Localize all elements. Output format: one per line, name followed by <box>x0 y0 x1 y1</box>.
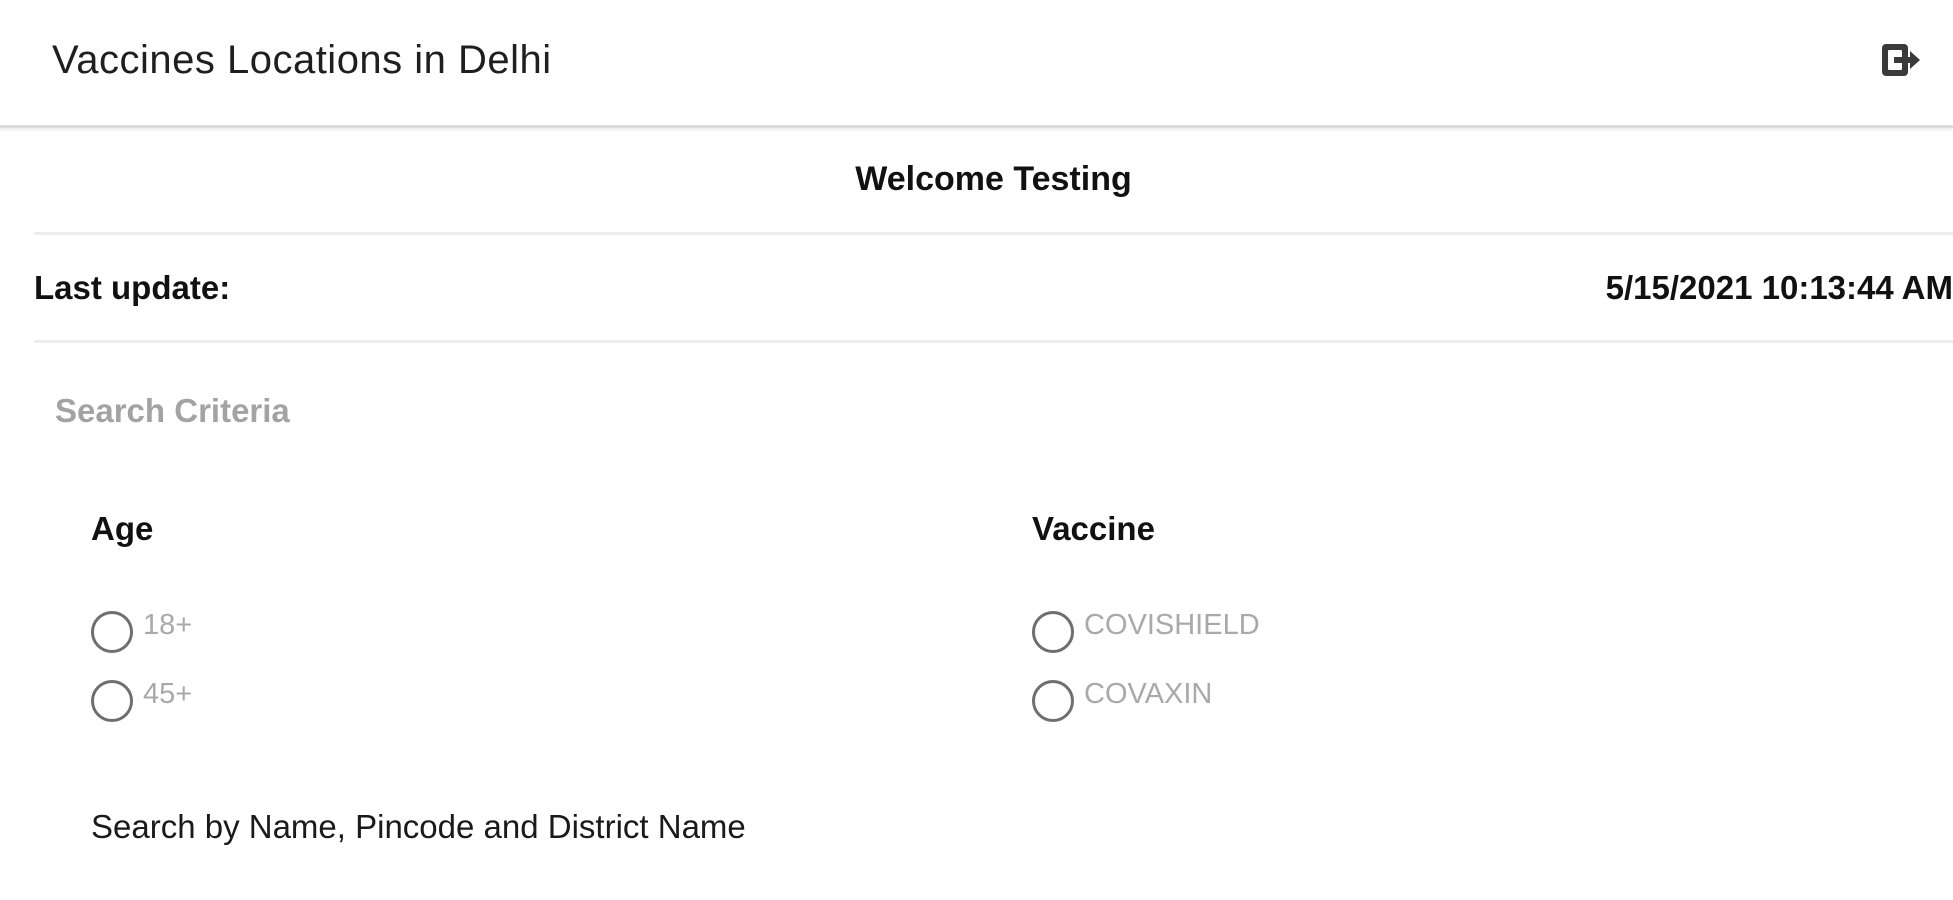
main-content: Welcome Testing Last update: 5/15/2021 1… <box>34 128 1953 900</box>
radio-button[interactable] <box>1032 680 1074 722</box>
age-option-45[interactable]: 45+ <box>91 677 192 723</box>
age-option-label: 45+ <box>143 678 193 710</box>
vaccine-filter-group: Vaccine COVISHIELD COVAXIN <box>1032 508 1260 722</box>
vaccine-option-label: COVAXIN <box>1084 678 1213 710</box>
last-update-row: Last update: 5/15/2021 10:13:44 AM <box>34 235 1953 343</box>
vaccine-option-label: COVISHIELD <box>1084 609 1260 641</box>
app-bar: Vaccines Locations in Delhi <box>0 0 1953 128</box>
age-filter-group: Age 18+ 45+ <box>91 508 192 722</box>
search-input-label: Search by Name, Pincode and District Nam… <box>91 808 746 845</box>
age-label: Age <box>91 510 154 547</box>
logout-button[interactable] <box>1880 40 1924 80</box>
vaccine-option-covishield[interactable]: COVISHIELD <box>1032 608 1260 654</box>
radio-button[interactable] <box>1032 611 1074 653</box>
age-option-label: 18+ <box>143 609 193 641</box>
search-criteria-title: Search Criteria <box>55 392 290 429</box>
page-title: Vaccines Locations in Delhi <box>52 38 552 82</box>
last-update-value: 5/15/2021 10:13:44 AM <box>1605 269 1953 306</box>
radio-button[interactable] <box>91 680 133 722</box>
logout-icon <box>1882 44 1920 76</box>
welcome-message: Welcome Testing <box>855 160 1132 198</box>
welcome-row: Welcome Testing <box>34 128 1953 235</box>
radio-button[interactable] <box>91 611 133 653</box>
age-option-18[interactable]: 18+ <box>91 608 192 654</box>
vaccine-label: Vaccine <box>1032 510 1155 547</box>
last-update-label: Last update: <box>34 269 231 306</box>
vaccine-option-covaxin[interactable]: COVAXIN <box>1032 677 1212 723</box>
